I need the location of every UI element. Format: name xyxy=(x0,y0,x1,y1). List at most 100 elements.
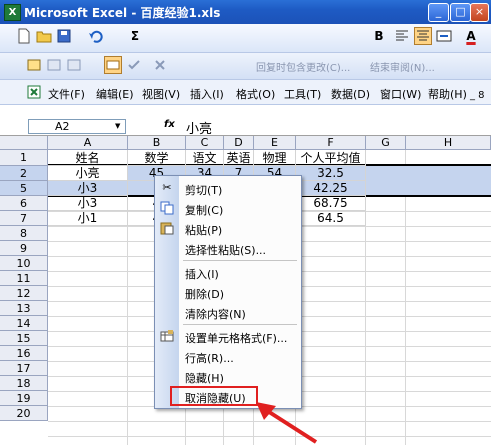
track-changes-icon[interactable] xyxy=(66,57,82,73)
row-header[interactable]: 11 xyxy=(0,271,48,286)
function-icon[interactable]: fx xyxy=(164,119,175,130)
row-header[interactable]: 8 xyxy=(0,226,48,241)
menu-file[interactable]: 文件(F) xyxy=(48,86,85,102)
menu-item-hide[interactable]: 隐藏(H) xyxy=(155,366,301,386)
end-review-button[interactable]: 结束审阅(N)... xyxy=(370,59,435,74)
menu-item-clear-contents[interactable]: 清除内容(N) xyxy=(155,302,301,322)
menu-item-label: 选择性粘贴(S)... xyxy=(185,244,267,257)
column-header[interactable]: F xyxy=(296,136,366,150)
workbook-icon[interactable] xyxy=(26,84,42,100)
cell-a2[interactable]: 小亮 xyxy=(48,166,128,181)
row-header[interactable]: 14 xyxy=(0,316,48,331)
menu-separator xyxy=(183,324,297,325)
copy-icon xyxy=(160,201,174,215)
review-icon[interactable] xyxy=(26,57,42,73)
menu-help[interactable]: 帮助(H) xyxy=(428,86,467,102)
menu-separator xyxy=(183,260,297,261)
menu-item-paste[interactable]: 粘贴(P) xyxy=(155,218,301,238)
column-header[interactable]: B xyxy=(128,136,186,150)
menu-item-cut[interactable]: ✂ 剪切(T) xyxy=(155,178,301,198)
window-title: Microsoft Excel - 百度经验1.xls xyxy=(24,6,221,20)
row-header[interactable]: 17 xyxy=(0,361,48,376)
select-all-corner[interactable] xyxy=(0,136,48,150)
menu-item-insert[interactable]: 插入(I) xyxy=(155,262,301,282)
column-header[interactable]: G xyxy=(366,136,406,150)
column-header[interactable]: A xyxy=(48,136,128,150)
document-window-controls[interactable]: _ 8 xyxy=(470,90,485,101)
cell-f5[interactable]: 42.25 xyxy=(296,181,366,196)
formula-content[interactable]: 小亮 xyxy=(186,118,212,137)
column-header[interactable]: H xyxy=(406,136,491,150)
row-header[interactable]: 7 xyxy=(0,211,48,226)
autosum-button[interactable]: Σ xyxy=(126,27,144,45)
align-center-icon xyxy=(417,30,429,41)
menu-window[interactable]: 窗口(W) xyxy=(380,86,421,102)
row-header[interactable]: 19 xyxy=(0,391,48,406)
menu-tools[interactable]: 工具(T) xyxy=(284,86,321,102)
menu-format[interactable]: 格式(O) xyxy=(236,86,275,102)
row-header[interactable]: 2 xyxy=(0,166,48,181)
merge-center-icon[interactable] xyxy=(436,28,452,44)
align-left-icon[interactable] xyxy=(394,28,410,44)
menu-data[interactable]: 数据(D) xyxy=(331,86,370,102)
cell-a5[interactable]: 小3 xyxy=(48,181,128,196)
cell-a7[interactable]: 小1 xyxy=(48,211,128,226)
undo-icon[interactable] xyxy=(88,28,104,44)
bold-button[interactable]: B xyxy=(370,27,388,45)
menu-insert[interactable]: 插入(I) xyxy=(190,86,224,102)
menu-item-paste-special[interactable]: 选择性粘贴(S)... xyxy=(155,238,301,258)
menu-item-label: 隐藏(H) xyxy=(185,372,224,385)
name-box[interactable]: A2 ▼ xyxy=(28,119,126,134)
annotation-arrow-icon xyxy=(256,402,318,444)
menu-bar: 文件(F) 编辑(E) 视图(V) 插入(I) 格式(O) 工具(T) 数据(D… xyxy=(0,80,491,105)
maximize-button[interactable]: □ xyxy=(450,3,471,22)
compare-icon[interactable] xyxy=(46,57,62,73)
row-header[interactable]: 15 xyxy=(0,331,48,346)
column-header[interactable]: E xyxy=(254,136,296,150)
row-header[interactable]: 18 xyxy=(0,376,48,391)
close-button[interactable]: × xyxy=(470,3,489,22)
row-header[interactable]: 9 xyxy=(0,241,48,256)
align-center-button[interactable] xyxy=(414,27,432,45)
menu-item-label: 复制(C) xyxy=(185,204,224,217)
row-header[interactable]: 10 xyxy=(0,256,48,271)
menu-view[interactable]: 视图(V) xyxy=(142,86,180,102)
menu-item-row-height[interactable]: 行高(R)... xyxy=(155,346,301,366)
cell-a6[interactable]: 小3 xyxy=(48,196,128,211)
cell-f6[interactable]: 68.75 xyxy=(296,196,366,211)
row-header[interactable]: 16 xyxy=(0,346,48,361)
minimize-button[interactable]: _ xyxy=(428,3,449,22)
open-folder-icon[interactable] xyxy=(36,28,52,44)
save-icon[interactable] xyxy=(56,28,72,44)
cell-c1[interactable]: 语文 xyxy=(186,150,224,166)
column-header[interactable]: C xyxy=(186,136,224,150)
menu-edit[interactable]: 编辑(E) xyxy=(96,86,134,102)
row-header[interactable]: 20 xyxy=(0,406,48,421)
cell-f7[interactable]: 64.5 xyxy=(296,211,366,226)
cell-d1[interactable]: 英语 xyxy=(224,150,254,166)
cell-a1[interactable]: 姓名 xyxy=(48,150,128,166)
row-header[interactable]: 5 xyxy=(0,181,48,196)
menu-item-copy[interactable]: 复制(C) xyxy=(155,198,301,218)
paste-icon xyxy=(160,222,174,235)
active-review-button[interactable] xyxy=(104,56,122,74)
new-document-icon[interactable] xyxy=(16,28,32,44)
reply-with-changes-button[interactable]: 回复时包含更改(C)... xyxy=(256,59,350,74)
row-header[interactable]: 12 xyxy=(0,286,48,301)
cell-f2[interactable]: 32.5 xyxy=(296,166,366,181)
cell-e1[interactable]: 物理 xyxy=(254,150,296,166)
cell-f1[interactable]: 个人平均值 xyxy=(296,150,366,166)
row-header[interactable]: 6 xyxy=(0,196,48,211)
menu-item-delete[interactable]: 删除(D) xyxy=(155,282,301,302)
menu-item-label: 行高(R)... xyxy=(185,352,234,365)
cell-b1[interactable]: 数学 xyxy=(128,150,186,166)
font-color-button[interactable]: A xyxy=(462,27,480,45)
format-cells-icon xyxy=(160,330,174,342)
row-header[interactable]: 13 xyxy=(0,301,48,316)
row-header[interactable]: 1 xyxy=(0,150,48,166)
reject-change-icon[interactable] xyxy=(152,57,168,73)
reviewing-toolbar: 回复时包含更改(C)... 结束审阅(N)... xyxy=(0,53,491,80)
accept-change-icon[interactable] xyxy=(126,57,142,73)
column-header[interactable]: D xyxy=(224,136,254,150)
menu-item-format-cells[interactable]: 设置单元格格式(F)... xyxy=(155,326,301,346)
